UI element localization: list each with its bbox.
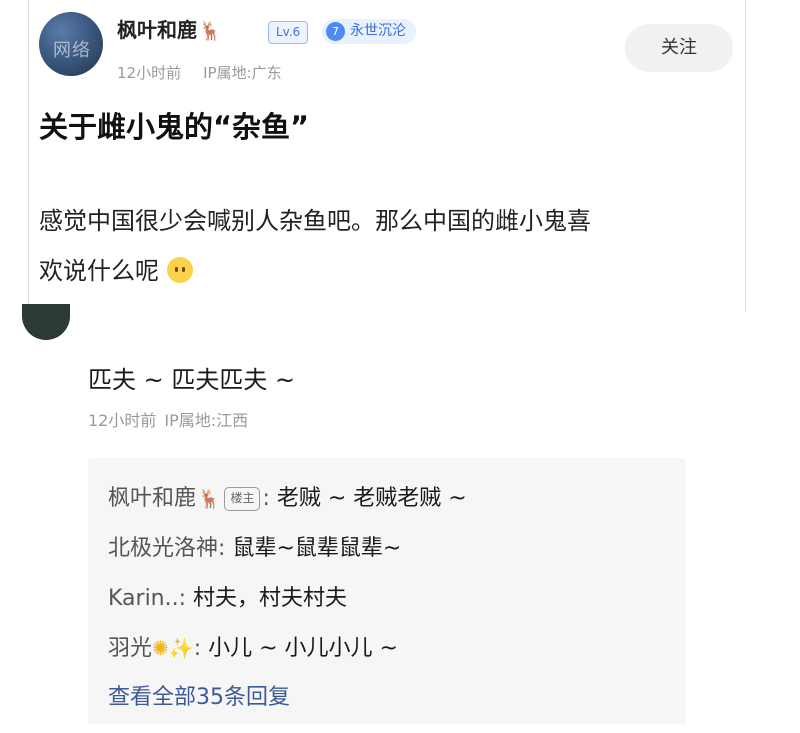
reply-separator: :: [218, 536, 226, 561]
reply-content: 鼠辈~鼠辈鼠辈~: [232, 536, 402, 561]
post-body-line-2: 欢说什么呢: [39, 246, 739, 296]
reply-author[interactable]: 枫叶和鹿: [108, 486, 196, 511]
view-all-replies-link[interactable]: 查看全部35条回复: [108, 679, 290, 711]
sparkle-icon: ✺✨: [152, 636, 194, 660]
deer-icon: 🦌: [198, 489, 221, 510]
reply-separator: :: [193, 636, 202, 661]
reply-item[interactable]: 枫叶和鹿 🦌 楼主: 老贼 ~ 老贼老贼 ~: [108, 480, 467, 512]
comment-ip-location: IP属地:江西: [164, 411, 249, 430]
author-avatar[interactable]: 网络: [39, 12, 103, 76]
follow-button[interactable]: 关注: [625, 24, 733, 72]
reply-content: 村夫，村夫村夫: [193, 586, 348, 611]
commenter-avatar[interactable]: [22, 304, 70, 340]
post-card: 网络 枫叶和鹿 🦌 Lv.6 7 永世沉沦 12小时前 IP属地:广东 关注 关于雌…: [28, 0, 746, 312]
reply-item[interactable]: 羽光✺✨: 小儿 ~ 小儿小儿 ~: [108, 630, 398, 662]
reply-author[interactable]: 羽光: [108, 636, 152, 661]
level-badge: Lv.6: [268, 21, 309, 44]
post-time: 12小时前: [117, 64, 182, 82]
reply-separator: :: [178, 586, 187, 611]
post-title: 关于雌小鬼的“杂鱼”: [39, 110, 310, 144]
post-body: 感觉中国很少会喊别人杂鱼吧。那么中国的雌小鬼喜 欢说什么呢: [39, 196, 739, 296]
reply-separator: :: [262, 486, 270, 511]
title-badge-number: 7: [326, 22, 345, 41]
author-name[interactable]: 枫叶和鹿 🦌: [117, 14, 221, 43]
reply-item[interactable]: Karin..: 村夫，村夫村夫: [108, 580, 347, 612]
op-badge: 楼主: [224, 487, 261, 511]
deer-icon: 🦌: [199, 21, 222, 42]
post-body-line-1: 感觉中国很少会喊别人杂鱼吧。那么中国的雌小鬼喜: [39, 207, 591, 235]
title-badge-text: 永世沉沦: [350, 23, 406, 39]
author-name-text: 枫叶和鹿: [117, 18, 197, 42]
reply-list: 枫叶和鹿 🦌 楼主: 老贼 ~ 老贼老贼 ~ 北极光洛神: 鼠辈~鼠辈鼠辈~ Kar…: [88, 458, 686, 724]
post-body-line-2-text: 欢说什么呢: [39, 257, 159, 285]
post-meta: 12小时前 IP属地:广东: [117, 62, 282, 83]
reply-content: 老贼 ~ 老贼老贼 ~: [276, 486, 467, 511]
comment-meta: 12小时前 IP属地:江西: [88, 407, 248, 431]
comment-time: 12小时前: [88, 411, 157, 430]
reply-item[interactable]: 北极光洛神: 鼠辈~鼠辈鼠辈~: [108, 530, 401, 562]
reply-author[interactable]: 北极光洛神: [108, 536, 218, 561]
reply-author[interactable]: Karin..: [108, 586, 179, 611]
avatar-watermark: 网络: [53, 40, 91, 61]
title-badge: 7 永世沉沦: [322, 19, 416, 44]
comment-text: 匹夫 ~ 匹夫匹夫 ~: [88, 366, 296, 394]
flushed-face-icon: [167, 257, 193, 283]
post-ip-location: IP属地:广东: [203, 64, 282, 82]
reply-content: 小儿 ~ 小儿小儿 ~: [208, 636, 398, 661]
